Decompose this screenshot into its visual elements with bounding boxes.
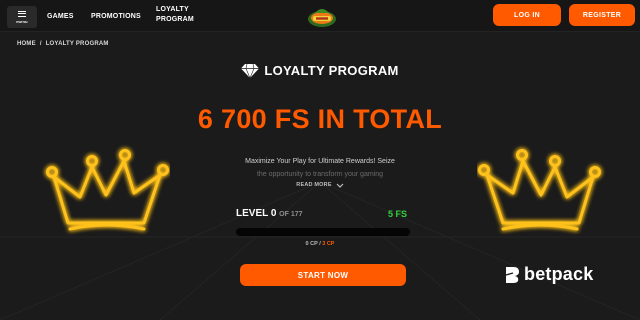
chevron-down-icon <box>336 183 344 188</box>
read-more-label: READ MORE <box>296 182 332 188</box>
betpack-logo-icon <box>505 266 519 283</box>
start-now-button[interactable]: START NOW <box>240 264 406 286</box>
diamond-icon <box>241 63 260 78</box>
breadcrumb-separator: / <box>39 41 42 47</box>
breadcrumb: HOME / LOYALTY PROGRAM <box>17 41 109 47</box>
hamburger-icon <box>18 10 26 17</box>
description-line-1: Maximize Your Play for Ultimate Rewards!… <box>245 158 395 165</box>
breadcrumb-home[interactable]: HOME <box>17 41 36 47</box>
description-line-2: the opportunity to transform your gaming <box>256 171 384 178</box>
program-description: Maximize Your Play for Ultimate Rewards!… <box>222 155 418 181</box>
level-label: LEVEL 0 <box>236 208 277 219</box>
total-free-spins: 6 700 FS IN TOTAL <box>197 104 443 134</box>
cp-required: 3 CP <box>322 241 335 247</box>
casino-logo[interactable] <box>307 4 337 28</box>
cp-current: 0 CP <box>305 241 318 247</box>
level-progress-bar <box>236 228 410 236</box>
nav-promotions[interactable]: PROMOTIONS <box>91 12 141 22</box>
menu-label: menu <box>16 18 28 24</box>
current-level: LEVEL 0 OF 177 <box>236 208 303 219</box>
crown-icon <box>478 149 601 231</box>
login-button[interactable]: LOG IN <box>493 4 561 26</box>
level-total: OF 177 <box>279 211 303 218</box>
page-heading: LOYALTY PROGRAM <box>0 63 640 78</box>
watermark-text: betpack <box>524 264 594 284</box>
cp-separator: / <box>319 241 321 247</box>
crown-icon <box>46 149 169 231</box>
top-navigation-bar: menu GAMES PROMOTIONS LOYALTY PROGRAM LO… <box>0 0 640 32</box>
breadcrumb-current: LOYALTY PROGRAM <box>45 41 109 47</box>
register-button[interactable]: REGISTER <box>569 4 635 26</box>
nav-games[interactable]: GAMES <box>47 12 74 22</box>
level-reward: 5 FS <box>388 209 408 219</box>
page-title: LOYALTY PROGRAM <box>264 63 399 78</box>
menu-button[interactable]: menu <box>7 6 37 28</box>
betpack-watermark: betpack <box>504 264 593 285</box>
nav-loyalty-program[interactable]: LOYALTY PROGRAM <box>156 5 206 25</box>
